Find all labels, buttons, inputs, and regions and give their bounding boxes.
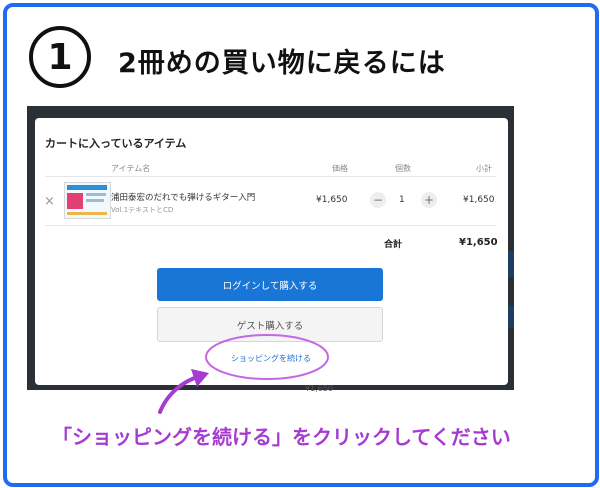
annotation-overlay xyxy=(158,334,329,414)
instruction-caption: 「ショッピングを続ける」をクリックしてください xyxy=(52,425,511,449)
highlight-ellipse xyxy=(205,334,329,380)
